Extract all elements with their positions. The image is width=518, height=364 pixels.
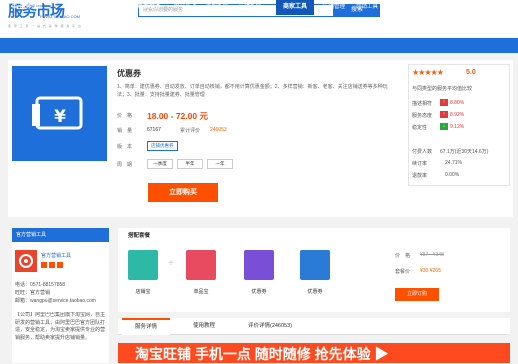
svg-text:¥: ¥ <box>54 107 66 127</box>
tab-service-detail[interactable]: 服务详情 <box>122 318 170 335</box>
combo-price-label: 价 格 <box>395 253 411 259</box>
plus-icon: + <box>168 258 174 269</box>
nav-item[interactable]: 内容互动 <box>170 0 200 15</box>
wangwang-label: 旺旺 <box>15 290 26 296</box>
buy-now-button[interactable]: 立即购买 <box>148 183 218 202</box>
arrow-down-icon: ↓ <box>440 123 448 130</box>
rating-stars: ★★★★★ <box>412 68 444 77</box>
cycle-option[interactable]: 一年 <box>207 159 233 169</box>
wangwang-value: 官方营销 <box>30 290 51 296</box>
combo-item-label[interactable]: 优惠券 <box>239 288 279 295</box>
repurchase-label: 续订率 <box>412 161 428 167</box>
refund-label: 退款率 <box>412 173 428 179</box>
combo-deal-label: 套餐价 <box>395 269 411 275</box>
badge-icon <box>49 262 55 268</box>
email-label: 邮箱 <box>15 298 26 304</box>
version-option[interactable]: 店铺优惠券 <box>147 141 178 151</box>
refund-value: 0.00% <box>445 172 460 178</box>
shop-phone: 电话：0571-88157858 <box>15 282 66 288</box>
arrow-up-icon: ↑ <box>440 99 448 106</box>
combo-item-label[interactable]: 单品宝 <box>181 288 221 295</box>
cycle-option[interactable]: 一季度 <box>147 159 173 169</box>
detail-tabs <box>118 318 510 335</box>
main-nav <box>0 38 518 53</box>
nav-item[interactable]: 店铺管理 <box>318 0 350 15</box>
shop-email: 邮箱：wangpu@service.taobao.com <box>15 298 96 304</box>
rating-row-label: 稳定性 <box>412 125 428 131</box>
promo-banner-text: 淘宝旺铺 手机一点 随时随修 抢先体验 ▶ <box>135 346 389 362</box>
order-combo-button[interactable]: 立即订购 <box>395 288 439 301</box>
shop-header: 官方营销工具 <box>12 228 109 242</box>
category-label: 服务分类 <box>19 4 42 10</box>
menu-icon: ☰ <box>12 4 17 10</box>
logo-domain: FUWU.TAOBAO.COM <box>40 14 80 19</box>
paid-value: 67.1万(近30天14.6万) <box>440 149 489 155</box>
shop-logo-icon <box>19 254 33 268</box>
rating-score: 5.0 <box>466 69 476 76</box>
coupon-icon: ¥ <box>32 96 83 130</box>
cycle-label: 周 期 <box>117 162 133 168</box>
rating-row-value: 8.80% <box>450 100 465 106</box>
product-price: 18.00 - 72.00 元 <box>147 111 208 121</box>
rating-row-value: 9.12% <box>450 124 465 130</box>
sales-value: 67167 <box>147 127 161 133</box>
shop-logo <box>15 250 37 272</box>
product-image: ¥ <box>12 66 107 161</box>
rating-compare-title: 与同类型的服务平均值比较 <box>412 86 473 92</box>
comment-value: 246053 <box>210 127 227 133</box>
nav-item[interactable]: 数据分析 <box>386 0 418 15</box>
price-label: 价 格 <box>117 113 133 119</box>
rating-row-label: 描述相符 <box>412 101 433 107</box>
combo-item-label[interactable]: 店铺宝 <box>123 288 163 295</box>
combo-original-price: ¥87 - ¥348 <box>420 252 444 258</box>
email-value: wangpu@service.taobao.com <box>30 298 96 304</box>
phone-value: 0571-88157858 <box>30 282 66 288</box>
nav-item[interactable]: 商家工具 <box>276 0 314 15</box>
combo-item-label[interactable]: 优惠券 <box>295 288 335 295</box>
shop-name[interactable]: 官方营销工具 <box>41 252 71 259</box>
phone-label: 电话 <box>15 282 26 288</box>
logo-tagline: 卖 家 工 具 一 站 式 采 购 服 务 平 台 <box>8 24 83 28</box>
sales-label: 销 量 <box>117 128 133 134</box>
version-label: 版 本 <box>117 144 133 150</box>
badge-icon <box>41 262 47 268</box>
combo-item-icon[interactable] <box>186 250 216 280</box>
nav-item[interactable]: 商家服务 <box>130 0 168 15</box>
cycle-option[interactable]: 半年 <box>177 159 203 169</box>
tab-reviews[interactable]: 评价详情(246053) <box>236 318 304 335</box>
tab-tutorial[interactable]: 使用教程 <box>180 318 228 335</box>
product-title: 优惠券 <box>117 69 141 78</box>
nav-item[interactable]: 客服外包 <box>202 0 232 15</box>
combo-item-icon[interactable] <box>300 250 330 280</box>
rating-row-label: 服务态度 <box>412 113 433 119</box>
repurchase-value: 24.71% <box>445 160 462 166</box>
product-description: 1、简单：建优惠券、自动发放、订单自动核销，都不用计算优惠金额；2、多样营销：新… <box>117 84 388 98</box>
rating-row-value: 8.92% <box>450 112 465 118</box>
badge-icon <box>57 262 63 268</box>
nav-item[interactable]: 店铺外包 <box>234 0 266 15</box>
category-menu[interactable]: ☰ 服务分类 <box>12 0 42 15</box>
shop-wangwang[interactable]: 旺旺：官方营销 <box>15 290 107 298</box>
nav-item[interactable]: 营销工具 <box>352 0 382 15</box>
paid-label: 付费人数 <box>412 149 433 155</box>
combo-item-icon[interactable] <box>244 250 274 280</box>
arrow-up-icon: ↑ <box>440 111 448 118</box>
combo-item-icon[interactable] <box>128 250 158 280</box>
combo-title: 搭配套餐 <box>128 233 151 239</box>
shop-intro: 【公司】阿里巴巴集团旗下淘宝网，自主研发的营销工具，由阿里巴巴官方团队打造，安全… <box>15 312 106 341</box>
combo-deal-price: ¥30 ¥265 <box>420 268 441 274</box>
comment-label: 累计评价 <box>180 128 201 134</box>
